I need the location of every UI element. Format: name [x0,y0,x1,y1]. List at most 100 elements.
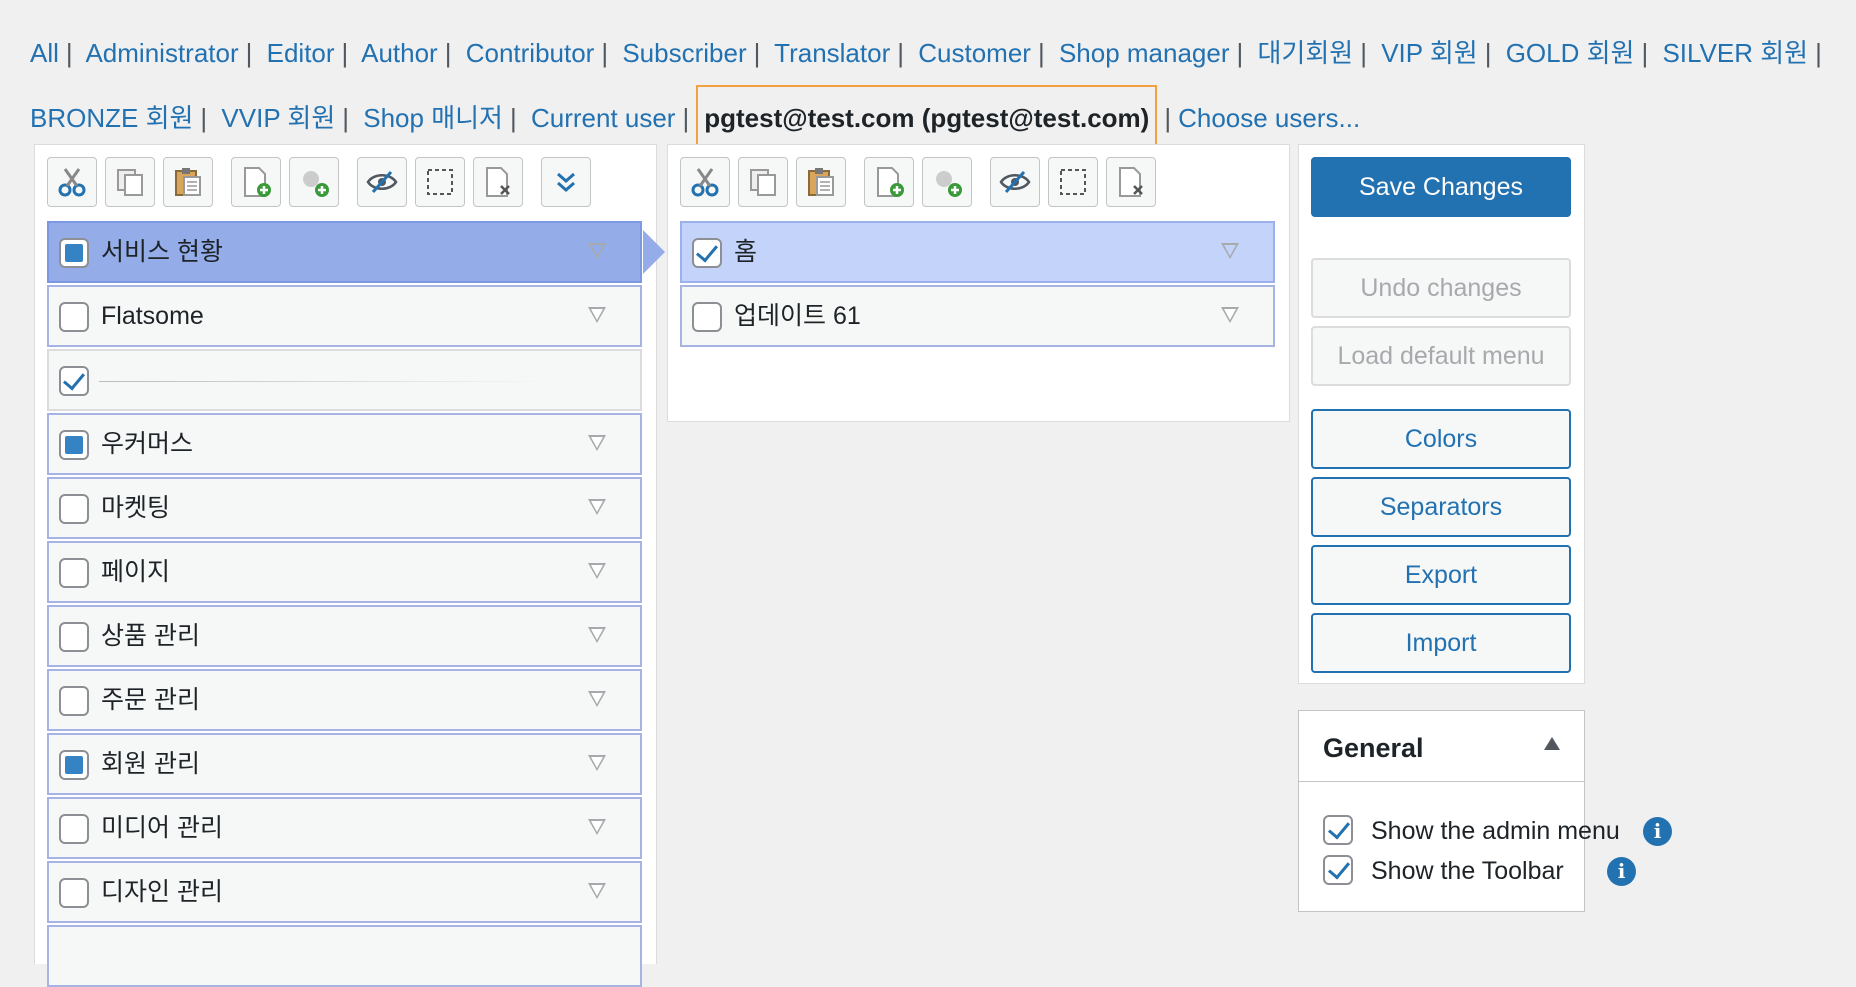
separators-button[interactable]: Separators [1311,477,1571,537]
show-toolbar-checkbox[interactable] [1323,855,1353,885]
cut-button[interactable] [680,157,730,207]
submenu-item-checkbox[interactable] [692,302,722,332]
copy-icon [750,169,776,196]
expand-arrow-icon[interactable] [588,883,606,899]
scissors-icon [691,168,719,197]
menu-item[interactable]: 서비스 현황 [47,221,642,283]
delete-icon [1119,167,1143,197]
expand-arrow-icon[interactable] [588,691,606,707]
import-button[interactable]: Import [1311,613,1571,673]
tab-current-user[interactable]: Current user [531,103,676,133]
select-button[interactable] [415,157,465,207]
paste-button[interactable] [796,157,846,207]
tab-shop-manager[interactable]: Shop manager [1059,38,1230,68]
menu-item[interactable]: 미디어 관리 [47,797,642,859]
menu-item[interactable]: 디자인 관리 [47,861,642,923]
tab-author[interactable]: Author [361,38,438,68]
submenu-item-checkbox[interactable] [692,238,722,268]
hide-icon [999,170,1031,194]
menu-separator[interactable] [47,349,642,411]
general-header[interactable]: General [1299,711,1584,782]
info-icon[interactable]: i [1607,857,1636,886]
menu-item[interactable]: 페이지 [47,541,642,603]
menu-item-checkbox[interactable] [59,622,89,652]
save-changes-button[interactable]: Save Changes [1311,157,1571,217]
load-default-menu-button[interactable]: Load default menu [1311,326,1571,386]
new-separator-button[interactable] [922,157,972,207]
paste-button[interactable] [163,157,213,207]
submenu-item[interactable]: 홈 [680,221,1275,283]
collapse-all-button[interactable] [541,157,591,207]
info-icon[interactable]: i [1643,817,1672,846]
menu-item[interactable]: 회원 관리 [47,733,642,795]
tab-subscriber[interactable]: Subscriber [622,38,746,68]
tab-editor[interactable]: Editor [267,38,335,68]
expand-arrow-icon[interactable] [1221,307,1239,323]
menu-item-checkbox[interactable] [59,878,89,908]
tab-contributor[interactable]: Contributor [466,38,595,68]
submenu-item[interactable]: 업데이트 61 [680,285,1275,347]
hide-button[interactable] [357,157,407,207]
menu-item[interactable]: 우커머스 [47,413,642,475]
expand-arrow-icon[interactable] [588,627,606,643]
menu-item[interactable]: 주문 관리 [47,669,642,731]
tab-pending-member[interactable]: 대기회원 [1258,38,1354,68]
expand-arrow-icon[interactable] [588,307,606,323]
menu-item-checkbox[interactable] [59,238,89,268]
general-title: General [1323,733,1424,763]
choose-users-link[interactable]: Choose users... [1178,103,1360,133]
copy-button[interactable] [105,157,155,207]
tab-bronze[interactable]: BRONZE 회원 [30,103,193,133]
expand-arrow-icon[interactable] [588,499,606,515]
menu-item-checkbox[interactable] [59,814,89,844]
tab-shop-manager-kr[interactable]: Shop 매니저 [363,103,503,133]
select-button[interactable] [1048,157,1098,207]
paste-icon [175,168,201,196]
menu-item-checkbox[interactable] [59,302,89,332]
cut-button[interactable] [47,157,97,207]
tab-gold[interactable]: GOLD 회원 [1506,38,1635,68]
expand-arrow-icon[interactable] [588,435,606,451]
menu-item[interactable]: Flatsome [47,285,642,347]
menu-item-label: 주문 관리 [101,686,200,714]
tab-selected-user[interactable]: pgtest@test.com (pgtest@test.com) [696,85,1158,152]
tab-all[interactable]: All [30,38,59,68]
menu-item-label: 디자인 관리 [101,878,223,906]
colors-button[interactable]: Colors [1311,409,1571,469]
expand-arrow-icon[interactable] [588,563,606,579]
delete-icon [486,167,510,197]
tab-customer[interactable]: Customer [918,38,1031,68]
new-menu-button[interactable] [231,157,281,207]
menu-item[interactable]: 마켓팅 [47,477,642,539]
tab-vip[interactable]: VIP 회원 [1381,38,1478,68]
menu-item-checkbox[interactable] [59,494,89,524]
tab-vvip[interactable]: VVIP 회원 [221,103,335,133]
expand-arrow-icon[interactable] [588,819,606,835]
submenu-item-label: 업데이트 61 [734,302,861,330]
menu-item-checkbox[interactable] [59,686,89,716]
menu-item[interactable]: 상품 관리 [47,605,642,667]
new-menu-button[interactable] [864,157,914,207]
copy-button[interactable] [738,157,788,207]
menu-item-checkbox[interactable] [59,366,89,396]
expand-arrow-icon[interactable] [1221,243,1239,259]
export-button[interactable]: Export [1311,545,1571,605]
menu-item-checkbox[interactable] [59,750,89,780]
expand-arrow-icon[interactable] [588,243,606,259]
menu-item-checkbox[interactable] [59,430,89,460]
tab-silver[interactable]: SILVER 회원 [1662,38,1808,68]
delete-button[interactable] [473,157,523,207]
hide-button[interactable] [990,157,1040,207]
double-chevron-down-icon [557,172,575,192]
undo-changes-button[interactable]: Undo changes [1311,258,1571,318]
show-admin-menu-checkbox[interactable] [1323,815,1353,845]
expand-arrow-icon[interactable] [588,755,606,771]
collapse-triangle-icon[interactable] [1544,737,1560,750]
delete-button[interactable] [1106,157,1156,207]
tab-translator[interactable]: Translator [774,38,890,68]
menu-item[interactable] [47,925,642,987]
menu-item-label: 마켓팅 [101,494,171,522]
menu-item-checkbox[interactable] [59,558,89,588]
new-separator-button[interactable] [289,157,339,207]
tab-administrator[interactable]: Administrator [85,38,238,68]
